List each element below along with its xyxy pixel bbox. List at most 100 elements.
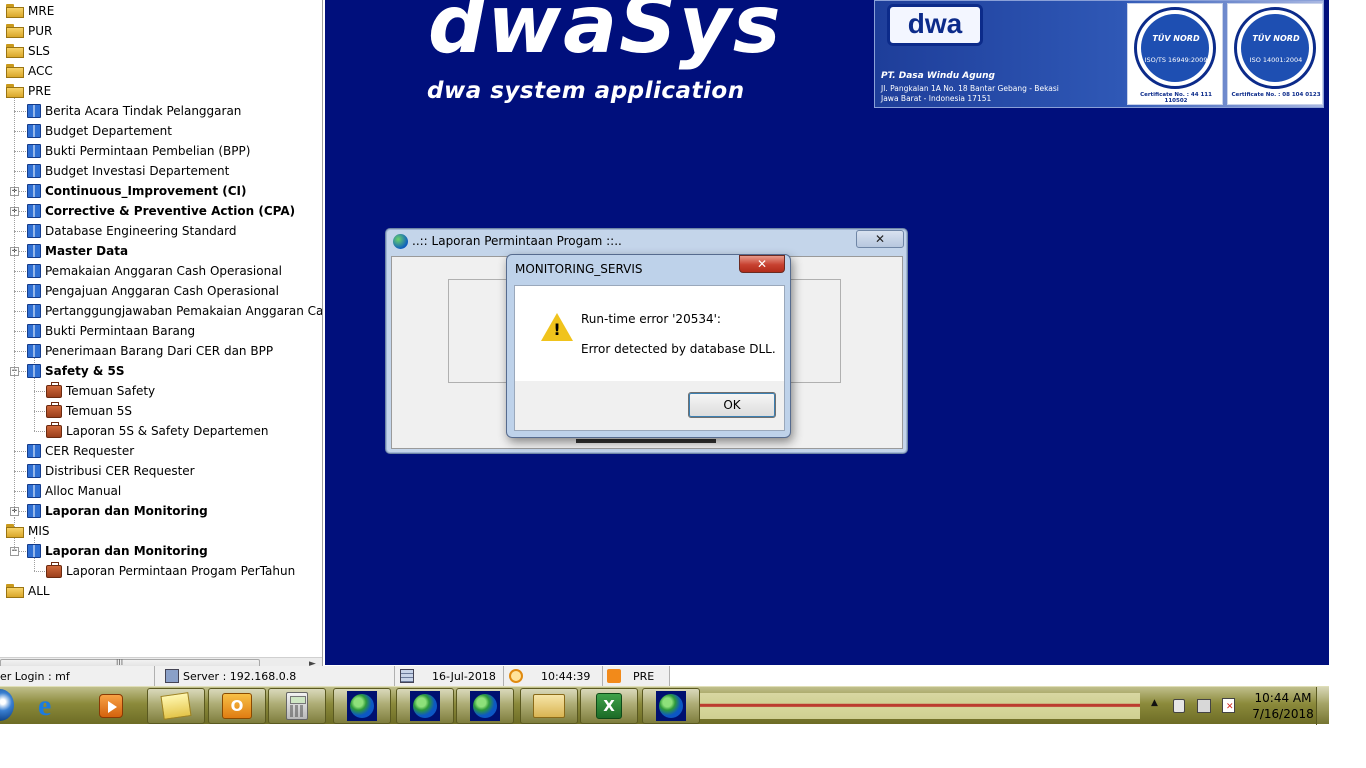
speaker-muted-icon[interactable] <box>1173 699 1185 713</box>
app-logo-title: dwaSys <box>428 0 783 71</box>
tree-item[interactable]: Laporan Permintaan Progam PerTahun <box>46 561 295 581</box>
taskbar-media-player[interactable] <box>90 688 132 724</box>
tray-clock-date[interactable]: 7/16/2018 <box>1243 707 1323 721</box>
tree-item[interactable]: Bukti Permintaan Pembelian (BPP) <box>27 141 250 161</box>
warning-mark: ! <box>553 320 561 339</box>
windows-taskbar: e O X ▲ ✕ 10:44 AM 7/16/2018 <box>0 686 1329 725</box>
tree-item[interactable]: Pemakaian Anggaran Cash Operasional <box>27 261 282 281</box>
tree-item[interactable]: Budget Departement <box>27 121 172 141</box>
internet-explorer-icon: e <box>38 689 52 722</box>
tree-item[interactable]: Pengajuan Anggaran Cash Operasional <box>27 281 279 301</box>
tree-item[interactable]: Alloc Manual <box>27 481 121 501</box>
book-icon <box>27 244 41 258</box>
tree-connector <box>14 171 26 172</box>
taskbar-dwasys-2[interactable] <box>396 688 454 724</box>
certificate-brand: TÜV NORD <box>1152 34 1200 43</box>
status-user-login: er Login : mf <box>0 666 155 686</box>
tree-item-label: Berita Acara Tindak Pelanggaran <box>45 104 242 118</box>
briefcase-icon <box>46 561 62 578</box>
tree-connector <box>34 411 45 412</box>
tree-item-label: Laporan 5S & Safety Departemen <box>66 424 269 438</box>
tree-item[interactable]: Master Data <box>27 241 128 261</box>
taskbar-dwasys-1[interactable] <box>333 688 391 724</box>
certificate-badge-iso-ts: TÜV NORD ISO/TS 16949:2009 Certificate N… <box>1127 3 1223 105</box>
tree-item[interactable]: Laporan dan Monitoring <box>27 541 208 561</box>
error-dialog-footer: OK <box>514 381 785 431</box>
tree-item[interactable]: Penerimaan Barang Dari CER dan BPP <box>27 341 273 361</box>
company-address-line1: Jl. Pangkalan 1A No. 18 Bantar Gebang - … <box>881 84 1059 93</box>
tray-clock-time[interactable]: 10:44 AM <box>1243 691 1323 705</box>
tree-item[interactable]: Database Engineering Standard <box>27 221 236 241</box>
desktop-screen: dwaSys dwa system application dwa PT. Da… <box>0 0 1366 768</box>
show-hidden-icons-button[interactable]: ▲ <box>1151 698 1158 708</box>
taskbar-calculator[interactable] <box>268 688 326 724</box>
taskbar-dwasys-3[interactable] <box>456 688 514 724</box>
status-server-text: Server : 192.168.0.8 <box>183 669 297 683</box>
error-dialog: MONITORING_SERVIS ✕ ! Run-time error '20… <box>506 254 791 438</box>
tree-item[interactable]: ACC <box>6 61 53 81</box>
tree-item[interactable]: Laporan 5S & Safety Departemen <box>46 421 268 441</box>
tree-connector <box>14 151 26 152</box>
tree-item-label: CER Requester <box>45 444 135 458</box>
taskbar-outlook[interactable]: O <box>208 688 266 724</box>
book-icon <box>27 284 41 298</box>
tree-item[interactable]: PUR <box>6 21 52 41</box>
start-button[interactable] <box>0 689 14 721</box>
book-icon <box>27 324 41 338</box>
server-icon <box>165 669 179 683</box>
taskbar-explorer[interactable] <box>520 688 578 724</box>
tree-connector <box>14 331 26 332</box>
status-user-login-text: er Login : mf <box>0 669 70 683</box>
tree-item[interactable]: Distribusi CER Requester <box>27 461 195 481</box>
tree-item[interactable]: Laporan dan Monitoring <box>27 501 208 521</box>
certificate-brand: TÜV NORD <box>1252 34 1300 43</box>
tree-connector <box>14 291 26 292</box>
tree-item[interactable]: Berita Acara Tindak Pelanggaran <box>27 101 241 121</box>
tree-item-label: Pertanggungjawaban Pemakaian Anggaran Ca… <box>45 304 323 318</box>
book-icon <box>27 464 41 478</box>
tree-item[interactable]: SLS <box>6 41 50 61</box>
book-icon <box>27 164 41 178</box>
tree-item[interactable]: Corrective & Preventive Action (CPA) <box>27 201 295 221</box>
tree-item[interactable]: Continuous_Improvement (CI) <box>27 181 246 201</box>
certificate-standard: ISO/TS 16949:2009 <box>1144 56 1208 64</box>
tree-item[interactable]: Bukti Permintaan Barang <box>27 321 195 341</box>
tree-connector <box>34 391 45 392</box>
book-icon <box>27 224 41 238</box>
tree-item[interactable]: Temuan Safety <box>46 381 155 401</box>
laporan-window-close-button[interactable]: ✕ <box>856 230 904 248</box>
tree-item-label: Bukti Permintaan Barang <box>45 324 196 338</box>
tree-item[interactable]: Pertanggungjawaban Pemakaian Anggaran Ca… <box>27 301 323 321</box>
globe-icon <box>393 234 408 249</box>
book-icon <box>27 124 41 138</box>
taskbar-excel[interactable]: X <box>580 688 638 724</box>
error-dialog-close-button[interactable]: ✕ <box>739 255 785 273</box>
action-center-flag-icon[interactable] <box>1222 698 1235 713</box>
ok-button[interactable]: OK <box>688 392 776 418</box>
tree-item[interactable]: CER Requester <box>27 441 134 461</box>
taskbar-decoration <box>700 693 1140 719</box>
taskbar-ie[interactable]: e <box>30 688 72 724</box>
network-icon[interactable] <box>1197 699 1211 713</box>
folder-open-icon <box>6 524 24 538</box>
tree-item[interactable]: Budget Investasi Departement <box>27 161 229 181</box>
tree-item-label: PRE <box>28 84 52 98</box>
tree-item-label: Safety & 5S <box>45 364 125 378</box>
taskbar-documents[interactable] <box>147 688 205 724</box>
file-explorer-icon <box>533 694 565 718</box>
taskbar-dwasys-4[interactable] <box>642 688 700 724</box>
folder-icon <box>6 64 24 78</box>
tree-item-label: Pemakaian Anggaran Cash Operasional <box>45 264 282 278</box>
tree-item[interactable]: ALL <box>6 581 50 601</box>
tree-item[interactable]: Temuan 5S <box>46 401 132 421</box>
show-desktop-button[interactable] <box>1316 687 1329 725</box>
tree-item[interactable]: MIS <box>6 521 50 541</box>
folder-icon <box>6 584 24 598</box>
tree-item[interactable]: PRE <box>6 81 51 101</box>
book-icon <box>27 144 41 158</box>
book-icon <box>27 104 41 118</box>
status-module-text: PRE <box>633 669 655 683</box>
book-icon <box>27 444 41 458</box>
tree-item[interactable]: Safety & 5S <box>27 361 124 381</box>
tree-item[interactable]: MRE <box>6 1 54 21</box>
